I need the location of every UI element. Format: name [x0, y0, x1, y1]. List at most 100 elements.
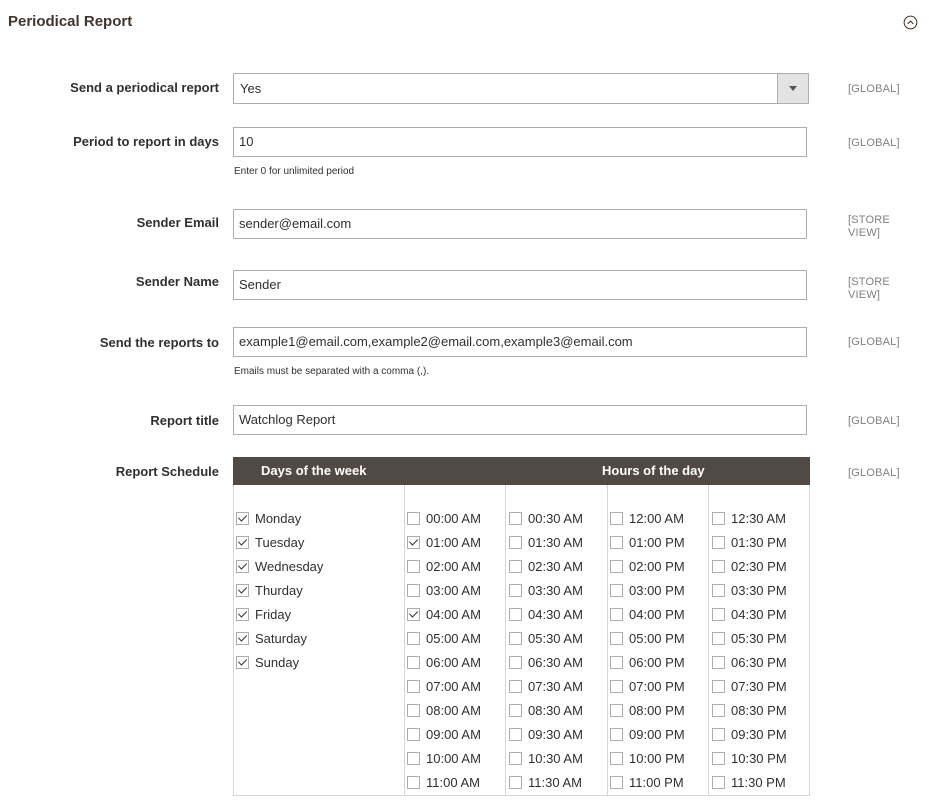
- checkbox[interactable]: [610, 775, 623, 789]
- hour-checkbox[interactable]: 10:00 AM: [407, 748, 481, 768]
- checkbox[interactable]: [610, 607, 623, 621]
- hour-checkbox[interactable]: 04:30 AM: [509, 604, 583, 624]
- hour-checkbox[interactable]: 09:30 AM: [509, 724, 583, 744]
- day-checkbox-saturday[interactable]: Saturday: [236, 628, 307, 648]
- hour-checkbox[interactable]: 11:00 PM: [610, 772, 684, 792]
- hour-checkbox[interactable]: 01:00 AM: [407, 532, 481, 552]
- checkbox[interactable]: [407, 511, 420, 525]
- checkbox[interactable]: [509, 775, 522, 789]
- hour-checkbox[interactable]: 08:00 PM: [610, 700, 685, 720]
- hour-checkbox[interactable]: 07:00 PM: [610, 676, 685, 696]
- hour-checkbox[interactable]: 00:00 AM: [407, 508, 481, 528]
- checkbox[interactable]: [509, 703, 522, 717]
- checkbox[interactable]: [407, 727, 420, 741]
- send-to-input[interactable]: example1@email.com,example2@email.com,ex…: [233, 327, 807, 357]
- checkbox[interactable]: [407, 655, 420, 669]
- checkbox[interactable]: [407, 631, 420, 645]
- checkbox[interactable]: [407, 703, 420, 717]
- sender-name-input[interactable]: Sender: [233, 270, 807, 300]
- checkbox[interactable]: [610, 703, 623, 717]
- checkbox[interactable]: [712, 511, 725, 525]
- hour-checkbox[interactable]: 05:30 PM: [712, 628, 787, 648]
- checkbox[interactable]: [407, 607, 420, 621]
- hour-checkbox[interactable]: 08:30 AM: [509, 700, 583, 720]
- hour-checkbox[interactable]: 11:30 PM: [712, 772, 786, 792]
- report-title-input[interactable]: Watchlog Report: [233, 405, 807, 435]
- hour-checkbox[interactable]: 06:00 AM: [407, 652, 481, 672]
- hour-checkbox[interactable]: 02:00 PM: [610, 556, 685, 576]
- checkbox[interactable]: [712, 655, 725, 669]
- checkbox[interactable]: [712, 559, 725, 573]
- hour-checkbox[interactable]: 01:30 AM: [509, 532, 583, 552]
- hour-checkbox[interactable]: 12:30 AM: [712, 508, 786, 528]
- checkbox[interactable]: [610, 727, 623, 741]
- checkbox[interactable]: [236, 535, 249, 549]
- hour-checkbox[interactable]: 08:00 AM: [407, 700, 481, 720]
- checkbox[interactable]: [236, 559, 249, 573]
- hour-checkbox[interactable]: 11:00 AM: [407, 772, 480, 792]
- checkbox[interactable]: [712, 727, 725, 741]
- hour-checkbox[interactable]: 02:30 PM: [712, 556, 787, 576]
- hour-checkbox[interactable]: 04:00 PM: [610, 604, 685, 624]
- checkbox[interactable]: [407, 559, 420, 573]
- checkbox[interactable]: [610, 751, 623, 765]
- hour-checkbox[interactable]: 03:00 AM: [407, 580, 481, 600]
- hour-checkbox[interactable]: 10:30 PM: [712, 748, 787, 768]
- checkbox[interactable]: [509, 631, 522, 645]
- day-checkbox-wednesday[interactable]: Wednesday: [236, 556, 323, 576]
- checkbox[interactable]: [712, 631, 725, 645]
- hour-checkbox[interactable]: 04:00 AM: [407, 604, 481, 624]
- hour-checkbox[interactable]: 12:00 AM: [610, 508, 684, 528]
- checkbox[interactable]: [509, 583, 522, 597]
- checkbox[interactable]: [610, 679, 623, 693]
- checkbox[interactable]: [610, 655, 623, 669]
- day-checkbox-monday[interactable]: Monday: [236, 508, 301, 528]
- checkbox[interactable]: [509, 535, 522, 549]
- checkbox[interactable]: [610, 583, 623, 597]
- send-report-select[interactable]: Yes: [233, 73, 809, 104]
- hour-checkbox[interactable]: 00:30 AM: [509, 508, 583, 528]
- checkbox[interactable]: [236, 583, 249, 597]
- checkbox[interactable]: [509, 559, 522, 573]
- hour-checkbox[interactable]: 01:30 PM: [712, 532, 787, 552]
- checkbox[interactable]: [712, 775, 725, 789]
- checkbox[interactable]: [509, 655, 522, 669]
- checkbox[interactable]: [712, 703, 725, 717]
- checkbox[interactable]: [407, 583, 420, 597]
- hour-checkbox[interactable]: 07:30 AM: [509, 676, 583, 696]
- hour-checkbox[interactable]: 09:30 PM: [712, 724, 787, 744]
- hour-checkbox[interactable]: 09:00 PM: [610, 724, 685, 744]
- hour-checkbox[interactable]: 09:00 AM: [407, 724, 481, 744]
- checkbox[interactable]: [407, 679, 420, 693]
- day-checkbox-tuesday[interactable]: Tuesday: [236, 532, 304, 552]
- hour-checkbox[interactable]: 05:30 AM: [509, 628, 583, 648]
- hour-checkbox[interactable]: 03:30 PM: [712, 580, 787, 600]
- checkbox[interactable]: [236, 607, 249, 621]
- checkbox[interactable]: [610, 511, 623, 525]
- hour-checkbox[interactable]: 07:00 AM: [407, 676, 481, 696]
- hour-checkbox[interactable]: 02:00 AM: [407, 556, 481, 576]
- checkbox[interactable]: [509, 607, 522, 621]
- hour-checkbox[interactable]: 06:30 AM: [509, 652, 583, 672]
- checkbox[interactable]: [712, 535, 725, 549]
- checkbox[interactable]: [712, 583, 725, 597]
- hour-checkbox[interactable]: 01:00 PM: [610, 532, 685, 552]
- hour-checkbox[interactable]: 03:00 PM: [610, 580, 685, 600]
- hour-checkbox[interactable]: 06:00 PM: [610, 652, 685, 672]
- hour-checkbox[interactable]: 10:30 AM: [509, 748, 583, 768]
- checkbox[interactable]: [236, 511, 249, 525]
- checkbox[interactable]: [407, 751, 420, 765]
- hour-checkbox[interactable]: 11:30 AM: [509, 772, 582, 792]
- hour-checkbox[interactable]: 02:30 AM: [509, 556, 583, 576]
- checkbox[interactable]: [610, 559, 623, 573]
- checkbox[interactable]: [712, 679, 725, 693]
- hour-checkbox[interactable]: 06:30 PM: [712, 652, 787, 672]
- checkbox[interactable]: [509, 751, 522, 765]
- checkbox[interactable]: [509, 679, 522, 693]
- sender-email-input[interactable]: sender@email.com: [233, 209, 807, 239]
- day-checkbox-sunday[interactable]: Sunday: [236, 652, 299, 672]
- day-checkbox-thurday[interactable]: Thurday: [236, 580, 303, 600]
- checkbox[interactable]: [407, 535, 420, 549]
- hour-checkbox[interactable]: 05:00 AM: [407, 628, 481, 648]
- hour-checkbox[interactable]: 04:30 PM: [712, 604, 787, 624]
